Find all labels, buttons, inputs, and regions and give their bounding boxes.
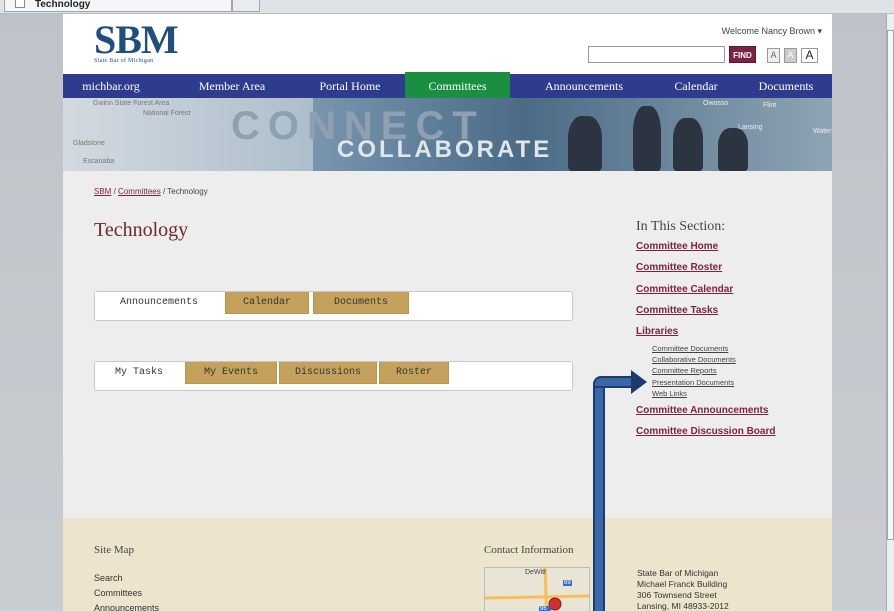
- address-line: 306 Townsend Street: [637, 590, 717, 600]
- library-link-collaborative-documents[interactable]: Collaborative Documents: [652, 355, 736, 364]
- banner-map-label: National Forest: [143, 110, 191, 117]
- banner-image: Gwinn State Forest Area National Forest …: [63, 98, 832, 171]
- address-line: State Bar of Michigan: [637, 568, 719, 578]
- banner-map-label: Gladstone: [73, 140, 105, 147]
- tab-panel-announcements: Announcements Calendar Documents: [94, 291, 573, 321]
- page-title: Technology: [94, 219, 189, 241]
- search-input[interactable]: [588, 46, 725, 63]
- footer-contact-heading: Contact Information: [484, 544, 574, 556]
- library-link-committee-reports[interactable]: Committee Reports: [652, 366, 717, 375]
- tab-announcements[interactable]: Announcements: [95, 292, 223, 314]
- page-gutter-right: [832, 14, 894, 611]
- banner-person: [568, 116, 602, 171]
- map-label: 96: [540, 606, 547, 611]
- footer: Site Map Search Committees Announcements…: [63, 518, 832, 611]
- footer-link-committees[interactable]: Committees: [94, 588, 142, 598]
- address-line: Lansing, MI 48933-2012: [637, 601, 729, 611]
- banner-map-label: Water: [813, 128, 832, 135]
- footer-sitemap-heading: Site Map: [94, 544, 135, 556]
- breadcrumb-sbm[interactable]: SBM: [94, 187, 111, 196]
- nav-announcements[interactable]: Announcements: [531, 74, 637, 98]
- address-line: Michael Franck Building: [637, 579, 728, 589]
- breadcrumb-separator: /: [113, 187, 116, 196]
- sidebar-link-committee-tasks[interactable]: Committee Tasks: [636, 305, 718, 316]
- banner-map-label: Flint: [763, 102, 777, 109]
- tab-documents[interactable]: Documents: [313, 292, 409, 314]
- map-label: 69: [563, 580, 572, 586]
- browser-tab-strip: Technology: [0, 0, 894, 14]
- sidebar-link-committee-calendar[interactable]: Committee Calendar: [636, 284, 733, 295]
- annotation-arrow-head: [631, 370, 647, 394]
- nav-documents[interactable]: Documents: [747, 74, 825, 98]
- sidebar-link-committee-roster[interactable]: Committee Roster: [636, 262, 722, 273]
- banner-map-label: Gwinn State Forest Area: [93, 100, 170, 107]
- sbm-logo[interactable]: SBM: [94, 20, 179, 60]
- tab-discussions[interactable]: Discussions: [279, 362, 377, 384]
- sidebar-link-committee-announcements[interactable]: Committee Announcements: [636, 405, 768, 416]
- sidebar-heading: In This Section:: [636, 219, 726, 234]
- main-nav: michbar.org Member Area Portal Home Comm…: [63, 72, 832, 100]
- footer-link-announcements[interactable]: Announcements: [94, 603, 159, 611]
- font-size-large-button[interactable]: A: [801, 48, 818, 63]
- font-size-small-button[interactable]: A: [767, 48, 780, 63]
- annotation-arrow: [595, 390, 603, 398]
- banner-person: [633, 106, 661, 171]
- browser-tab[interactable]: Technology: [4, 0, 232, 12]
- library-link-web-links[interactable]: Web Links: [652, 389, 687, 398]
- logo-subtitle: State Bar of Michigan: [94, 58, 154, 64]
- banner-person: [673, 118, 703, 171]
- banner-map-label: Escanaba: [83, 158, 115, 165]
- sidebar-link-libraries[interactable]: Libraries: [636, 326, 678, 337]
- banner-person: [718, 128, 748, 171]
- page-gutter-left: [0, 14, 63, 611]
- browser-tab-title: Technology: [35, 0, 91, 10]
- welcome-menu[interactable]: Welcome Nancy Brown ▾: [722, 26, 822, 37]
- footer-link-search[interactable]: Search: [94, 573, 123, 583]
- breadcrumb-committees[interactable]: Committees: [118, 187, 161, 196]
- banner-collaborate-text: COLLABORATE: [337, 136, 553, 163]
- tab-roster[interactable]: Roster: [379, 362, 449, 384]
- library-link-presentation-documents[interactable]: Presentation Documents: [652, 378, 734, 387]
- breadcrumb-separator: /: [162, 187, 166, 196]
- tab-my-tasks[interactable]: My Tasks: [95, 362, 183, 384]
- find-button[interactable]: FIND: [729, 46, 756, 63]
- tab-calendar[interactable]: Calendar: [225, 292, 309, 314]
- breadcrumb-current: Technology: [167, 187, 208, 196]
- font-size-medium-button[interactable]: A: [784, 48, 797, 63]
- tab-panel-tasks: My Tasks My Events Discussions Roster: [94, 361, 573, 391]
- map-label: DeWitt: [525, 569, 546, 576]
- sidebar-link-committee-home[interactable]: Committee Home: [636, 241, 718, 252]
- site-header: SBM State Bar of Michigan Welcome Nancy …: [63, 14, 832, 74]
- tab-my-events[interactable]: My Events: [185, 362, 277, 384]
- annotation-arrow: [593, 388, 605, 611]
- scrollbar-thumb[interactable]: [887, 30, 894, 540]
- sidebar-link-committee-discussion-board[interactable]: Committee Discussion Board: [636, 426, 775, 437]
- nav-committees[interactable]: Committees: [405, 72, 510, 100]
- nav-calendar[interactable]: Calendar: [659, 74, 733, 98]
- nav-portal-home[interactable]: Portal Home: [305, 74, 395, 98]
- banner-map-label: Owosso: [703, 100, 729, 107]
- page-icon: [15, 0, 25, 8]
- page: SBM State Bar of Michigan Welcome Nancy …: [63, 14, 832, 611]
- nav-michbar[interactable]: michbar.org: [71, 74, 151, 98]
- contact-map[interactable]: DeWitt 69 96 land: [484, 567, 590, 611]
- nav-member-area[interactable]: Member Area: [184, 74, 280, 98]
- library-link-committee-documents[interactable]: Committee Documents: [652, 344, 728, 353]
- annotation-arrow: [593, 376, 633, 388]
- breadcrumb: SBM / Committees / Technology: [94, 187, 208, 196]
- new-tab-button[interactable]: [232, 0, 260, 12]
